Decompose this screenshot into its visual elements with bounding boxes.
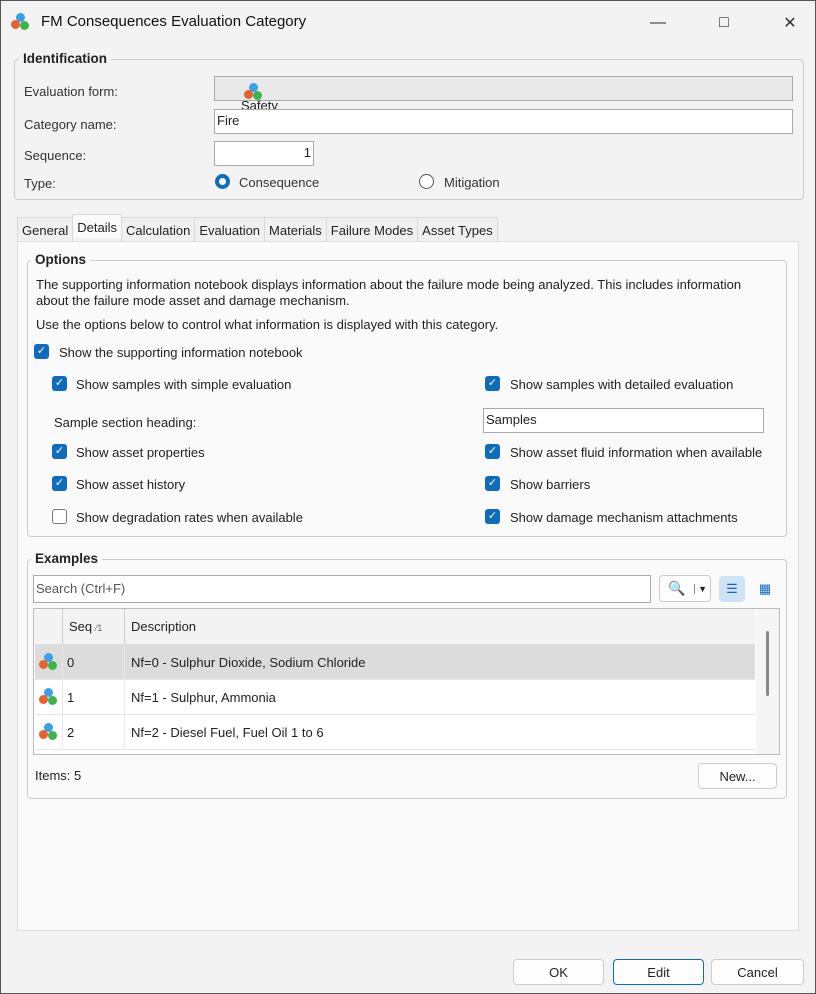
options-instruction: Use the options below to control what in…: [36, 317, 499, 332]
row-description: Nf=0 - Sulphur Dioxide, Sodium Chloride: [124, 644, 371, 680]
category-name-input[interactable]: Fire: [214, 109, 793, 134]
row-description: Nf=1 - Sulphur, Ammonia: [124, 679, 282, 715]
asset-properties-label: Show asset properties: [76, 445, 205, 460]
fluid-info-checkbox[interactable]: ✓: [485, 444, 500, 459]
sample-heading-input[interactable]: Samples: [483, 408, 764, 433]
sample-heading-label: Sample section heading:: [54, 415, 197, 430]
molecule-icon: [39, 688, 59, 706]
category-name-label: Category name:: [24, 117, 117, 132]
show-notebook-checkbox[interactable]: ✓: [34, 344, 49, 359]
table-header: Seq ⁄1 Description: [34, 609, 755, 645]
tab-bar: General Details Calculation Evaluation M…: [17, 214, 498, 241]
list-view-button[interactable]: ☰: [719, 576, 745, 602]
close-button[interactable]: ✕: [767, 9, 813, 37]
search-button[interactable]: 🔍 ▼: [659, 575, 711, 602]
dialog-window: FM Consequences Evaluation Category — □ …: [0, 0, 816, 994]
barriers-checkbox[interactable]: ✓: [485, 476, 500, 491]
edit-button[interactable]: Edit: [613, 959, 704, 985]
tab-calculation[interactable]: Calculation: [121, 217, 196, 241]
search-icon: 🔍: [668, 580, 686, 596]
sort-indicator: 1: [97, 623, 103, 633]
search-input[interactable]: Search (Ctrl+F): [33, 575, 651, 603]
window-title: FM Consequences Evaluation Category: [41, 13, 307, 30]
fluid-info-label: Show asset fluid information when availa…: [510, 445, 763, 460]
consequence-radio[interactable]: [215, 174, 230, 189]
options-description: The supporting information notebook disp…: [36, 277, 742, 308]
degradation-checkbox[interactable]: [52, 509, 67, 524]
card-view-button[interactable]: ▦: [752, 576, 778, 602]
mitigation-radio[interactable]: [419, 174, 434, 189]
asset-history-checkbox[interactable]: ✓: [52, 476, 67, 491]
table-row[interactable]: 0 Nf=0 - Sulphur Dioxide, Sodium Chloride: [35, 644, 755, 680]
column-header-seq[interactable]: Seq ⁄1: [62, 609, 124, 645]
detailed-eval-checkbox[interactable]: ✓: [485, 376, 500, 391]
simple-eval-checkbox[interactable]: ✓: [52, 376, 67, 391]
evaluation-form-field: Safety: [214, 76, 793, 113]
detailed-eval-label: Show samples with detailed evaluation: [510, 377, 734, 392]
table-row[interactable]: 1 Nf=1 - Sulphur, Ammonia: [35, 679, 755, 715]
vertical-scrollbar[interactable]: [756, 609, 779, 754]
tab-failure-modes[interactable]: Failure Modes: [325, 217, 419, 241]
tab-evaluation[interactable]: Evaluation: [194, 217, 266, 241]
tab-materials[interactable]: Materials: [264, 217, 327, 241]
app-icon: [11, 13, 31, 31]
attachments-label: Show damage mechanism attachments: [510, 510, 738, 525]
seq-header-label: Seq: [69, 619, 93, 634]
list-view-icon: ☰: [726, 581, 738, 596]
simple-eval-label: Show samples with simple evaluation: [76, 377, 292, 392]
new-button[interactable]: New...: [698, 763, 777, 789]
scrollbar-thumb[interactable]: [766, 631, 769, 696]
molecule-icon: [39, 653, 59, 671]
barriers-label: Show barriers: [510, 477, 591, 492]
tab-asset-types[interactable]: Asset Types: [417, 217, 498, 241]
options-legend: Options: [31, 252, 90, 267]
maximize-button[interactable]: □: [701, 9, 747, 37]
row-seq: 0: [62, 644, 124, 680]
minimize-button[interactable]: —: [635, 9, 681, 37]
row-seq: 2: [62, 714, 124, 750]
sequence-label: Sequence:: [24, 148, 87, 163]
asset-properties-checkbox[interactable]: ✓: [52, 444, 67, 459]
card-view-icon: ▦: [758, 581, 772, 596]
show-notebook-label: Show the supporting information notebook: [59, 345, 303, 360]
asset-history-label: Show asset history: [76, 477, 186, 492]
examples-table: Seq ⁄1 Description 0 Nf=0 - Sulphur Dioxi…: [33, 608, 780, 755]
column-header-description[interactable]: Description: [124, 609, 202, 645]
items-count: Items: 5: [35, 768, 82, 783]
row-seq: 1: [62, 679, 124, 715]
row-description: Nf=2 - Diesel Fuel, Fuel Oil 1 to 6: [124, 714, 330, 750]
examples-legend: Examples: [31, 551, 103, 566]
attachments-checkbox[interactable]: ✓: [485, 509, 500, 524]
molecule-icon: [39, 723, 59, 741]
consequence-label: Consequence: [239, 175, 320, 190]
evaluation-form-label: Evaluation form:: [24, 84, 118, 99]
table-row[interactable]: 2 Nf=2 - Diesel Fuel, Fuel Oil 1 to 6: [35, 714, 755, 750]
cancel-button[interactable]: Cancel: [711, 959, 804, 985]
type-label: Type:: [24, 176, 56, 191]
tab-details[interactable]: Details: [72, 214, 122, 238]
degradation-label: Show degradation rates when available: [76, 510, 303, 525]
form-icon: [244, 83, 264, 101]
dropdown-arrow-icon[interactable]: ▼: [694, 583, 707, 594]
tab-general[interactable]: General: [17, 217, 74, 241]
sequence-input[interactable]: 1: [214, 141, 314, 166]
mitigation-label: Mitigation: [444, 175, 500, 190]
title-bar: FM Consequences Evaluation Category — □ …: [1, 1, 815, 43]
ok-button[interactable]: OK: [513, 959, 604, 985]
identification-legend: Identification: [19, 51, 111, 66]
